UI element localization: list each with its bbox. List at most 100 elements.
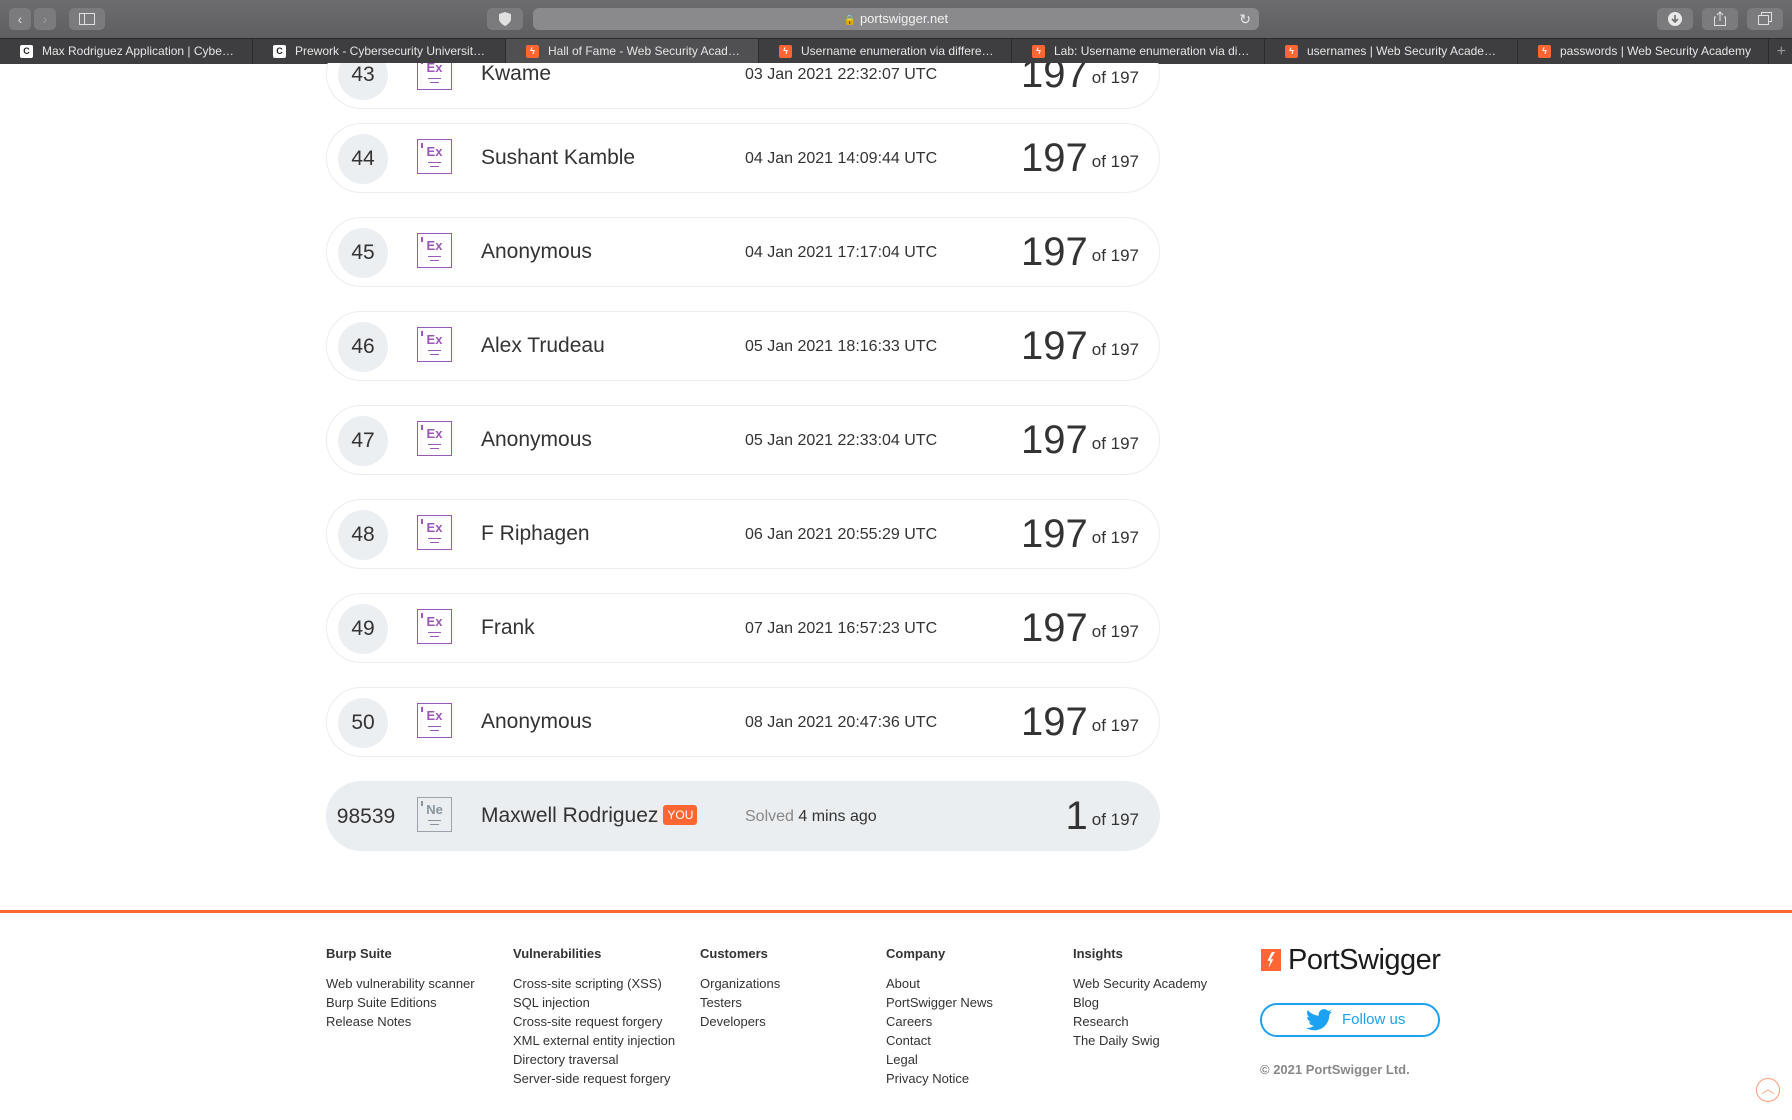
leaderboard-row: 50 Ex Anonymous 08 Jan 2021 20:47:36 UTC… <box>326 687 1160 757</box>
browser-tab[interactable]: C Max Rodriguez Application | Cybe… <box>0 39 253 64</box>
sidebar-toggle-button[interactable] <box>69 8 105 30</box>
browser-tab-active[interactable]: ϟ Hall of Fame - Web Security Acad… <box>506 39 759 64</box>
browser-tab[interactable]: ϟ passwords | Web Security Academy <box>1518 39 1769 64</box>
rank-number: 45 <box>338 228 388 278</box>
footer-link[interactable]: Directory traversal <box>513 1050 675 1069</box>
back-button[interactable]: ‹ <box>9 8 31 30</box>
footer-link[interactable]: The Daily Swig <box>1073 1031 1207 1050</box>
share-button[interactable] <box>1702 8 1738 30</box>
codepath-favicon-icon: C <box>20 45 33 58</box>
solved-date: 06 Jan 2021 20:55:29 UTC <box>745 526 938 543</box>
score: 197 of 197 <box>1020 700 1139 744</box>
footer-link[interactable]: Careers <box>886 1012 993 1031</box>
footer-link[interactable]: Server-side request forgery <box>513 1069 675 1088</box>
browser-toolbar: ‹ › 🔒 portswigger.net ↻ <box>0 0 1792 38</box>
copyright-text: © 2021 PortSwigger Ltd. <box>1260 1062 1410 1077</box>
score: 197 of 197 <box>1020 418 1139 462</box>
sidebar-icon <box>79 13 95 25</box>
leaderboard-row: 44 Ex Sushant Kamble 04 Jan 2021 14:09:4… <box>326 123 1160 193</box>
score: 197 of 197 <box>1020 230 1139 274</box>
footer-link[interactable]: Cross-site request forgery <box>513 1012 675 1031</box>
rank-number: 98539 <box>336 805 396 828</box>
address-bar[interactable]: 🔒 portswigger.net ↻ <box>533 8 1259 30</box>
browser-tab[interactable]: C Prework - Cybersecurity Universit… <box>253 39 506 64</box>
footer-link[interactable]: Contact <box>886 1031 993 1050</box>
share-icon <box>1714 11 1726 26</box>
expert-badge-icon: Ex <box>417 609 452 644</box>
score: 197 of 197 <box>1020 606 1139 650</box>
chevron-right-icon: › <box>42 11 48 27</box>
footer-link[interactable]: Organizations <box>700 974 780 993</box>
download-icon <box>1668 12 1682 26</box>
expert-badge-icon: Ex <box>417 233 452 268</box>
forward-button[interactable]: › <box>34 8 56 30</box>
current-user-row: 98539 Ne Maxwell Rodriguez YOU Solved 4 m… <box>326 781 1160 851</box>
browser-tab[interactable]: ϟ Username enumeration via differe… <box>759 39 1012 64</box>
portswigger-favicon-icon: ϟ <box>1032 45 1045 58</box>
footer-link[interactable]: Release Notes <box>326 1012 475 1031</box>
leaderboard-row: 45 Ex Anonymous 04 Jan 2021 17:17:04 UTC… <box>326 217 1160 287</box>
user-name: Sushant Kamble <box>481 146 636 169</box>
leaderboard-row: 47 Ex Anonymous 05 Jan 2021 22:33:04 UTC… <box>326 405 1160 475</box>
footer-link[interactable]: Cross-site scripting (XSS) <box>513 974 675 993</box>
browser-tab[interactable]: ϟ Lab: Username enumeration via di… <box>1012 39 1265 64</box>
downloads-button[interactable] <box>1657 8 1693 30</box>
footer-link[interactable]: About <box>886 974 993 993</box>
expert-badge-icon: Ex <box>417 139 452 174</box>
rank-number: 46 <box>338 322 388 372</box>
footer-link[interactable]: Legal <box>886 1050 993 1069</box>
privacy-shield-button[interactable] <box>487 8 523 30</box>
reload-icon[interactable]: ↻ <box>1239 8 1251 30</box>
footer-link[interactable]: Privacy Notice <box>886 1069 993 1088</box>
solved-date: 03 Jan 2021 22:32:07 UTC <box>745 66 938 83</box>
solved-date: 04 Jan 2021 17:17:04 UTC <box>745 244 938 261</box>
rank-number: 50 <box>338 698 388 748</box>
footer-link[interactable]: Research <box>1073 1012 1207 1031</box>
lock-icon: 🔒 <box>843 15 857 26</box>
chevron-up-icon: ︿ <box>1761 1081 1775 1096</box>
user-name: Anonymous <box>481 428 592 451</box>
footer-link[interactable]: Testers <box>700 993 780 1012</box>
tabs-overview-icon <box>1758 12 1772 25</box>
footer-column-customers: Customers Organizations Testers Develope… <box>700 946 780 1031</box>
portswigger-wordmark: PortSwigger <box>1288 944 1441 976</box>
footer-link[interactable]: Burp Suite Editions <box>326 993 475 1012</box>
newbie-badge-icon: Ne <box>417 797 452 832</box>
solved-date: 05 Jan 2021 18:16:33 UTC <box>745 338 938 355</box>
user-name: Alex Trudeau <box>481 334 605 357</box>
footer-link[interactable]: SQL injection <box>513 993 675 1012</box>
footer-heading: Insights <box>1073 946 1123 961</box>
rank-number: 47 <box>338 416 388 466</box>
footer-link[interactable]: PortSwigger News <box>886 993 993 1012</box>
score: 197 of 197 <box>1020 136 1139 180</box>
url-text: portswigger.net <box>859 11 949 26</box>
shield-icon <box>499 12 511 26</box>
solved-date: 07 Jan 2021 16:57:23 UTC <box>745 620 938 637</box>
score: 1 of 197 <box>1065 794 1139 838</box>
leaderboard-row: 46 Ex Alex Trudeau 05 Jan 2021 18:16:33 … <box>326 311 1160 381</box>
footer-link[interactable]: Blog <box>1073 993 1207 1012</box>
solved-time: Solved 4 mins ago <box>745 808 877 825</box>
footer-link[interactable]: Web Security Academy <box>1073 974 1207 993</box>
footer-link[interactable]: Developers <box>700 1012 780 1031</box>
footer-link[interactable]: XML external entity injection <box>513 1031 675 1050</box>
user-name: Maxwell Rodriguez YOU <box>481 804 698 828</box>
expert-badge-icon: Ex <box>417 421 452 456</box>
rank-number: 49 <box>338 604 388 654</box>
user-name: Frank <box>481 616 535 639</box>
footer-heading: Company <box>886 946 946 961</box>
expert-badge-icon: Ex <box>417 63 452 90</box>
solved-date: 05 Jan 2021 22:33:04 UTC <box>745 432 938 449</box>
rank-number: 44 <box>338 134 388 184</box>
scroll-to-top-button[interactable]: ︿ <box>1756 1078 1780 1102</box>
browser-tab[interactable]: ϟ usernames | Web Security Acade… <box>1265 39 1518 64</box>
footer-link[interactable]: Web vulnerability scanner <box>326 974 475 993</box>
twitter-follow-button[interactable]: Follow us <box>1260 1003 1440 1037</box>
tab-overview-button[interactable] <box>1747 8 1783 30</box>
rank-number: 48 <box>338 510 388 560</box>
solved-date: 04 Jan 2021 14:09:44 UTC <box>745 150 938 167</box>
footer-heading: Vulnerabilities <box>513 946 602 961</box>
new-tab-button[interactable]: + <box>1777 39 1786 64</box>
footer-column-insights: Insights Web Security Academy Blog Resea… <box>1073 946 1207 1050</box>
leaderboard-row: 48 Ex F Riphagen 06 Jan 2021 20:55:29 UT… <box>326 499 1160 569</box>
